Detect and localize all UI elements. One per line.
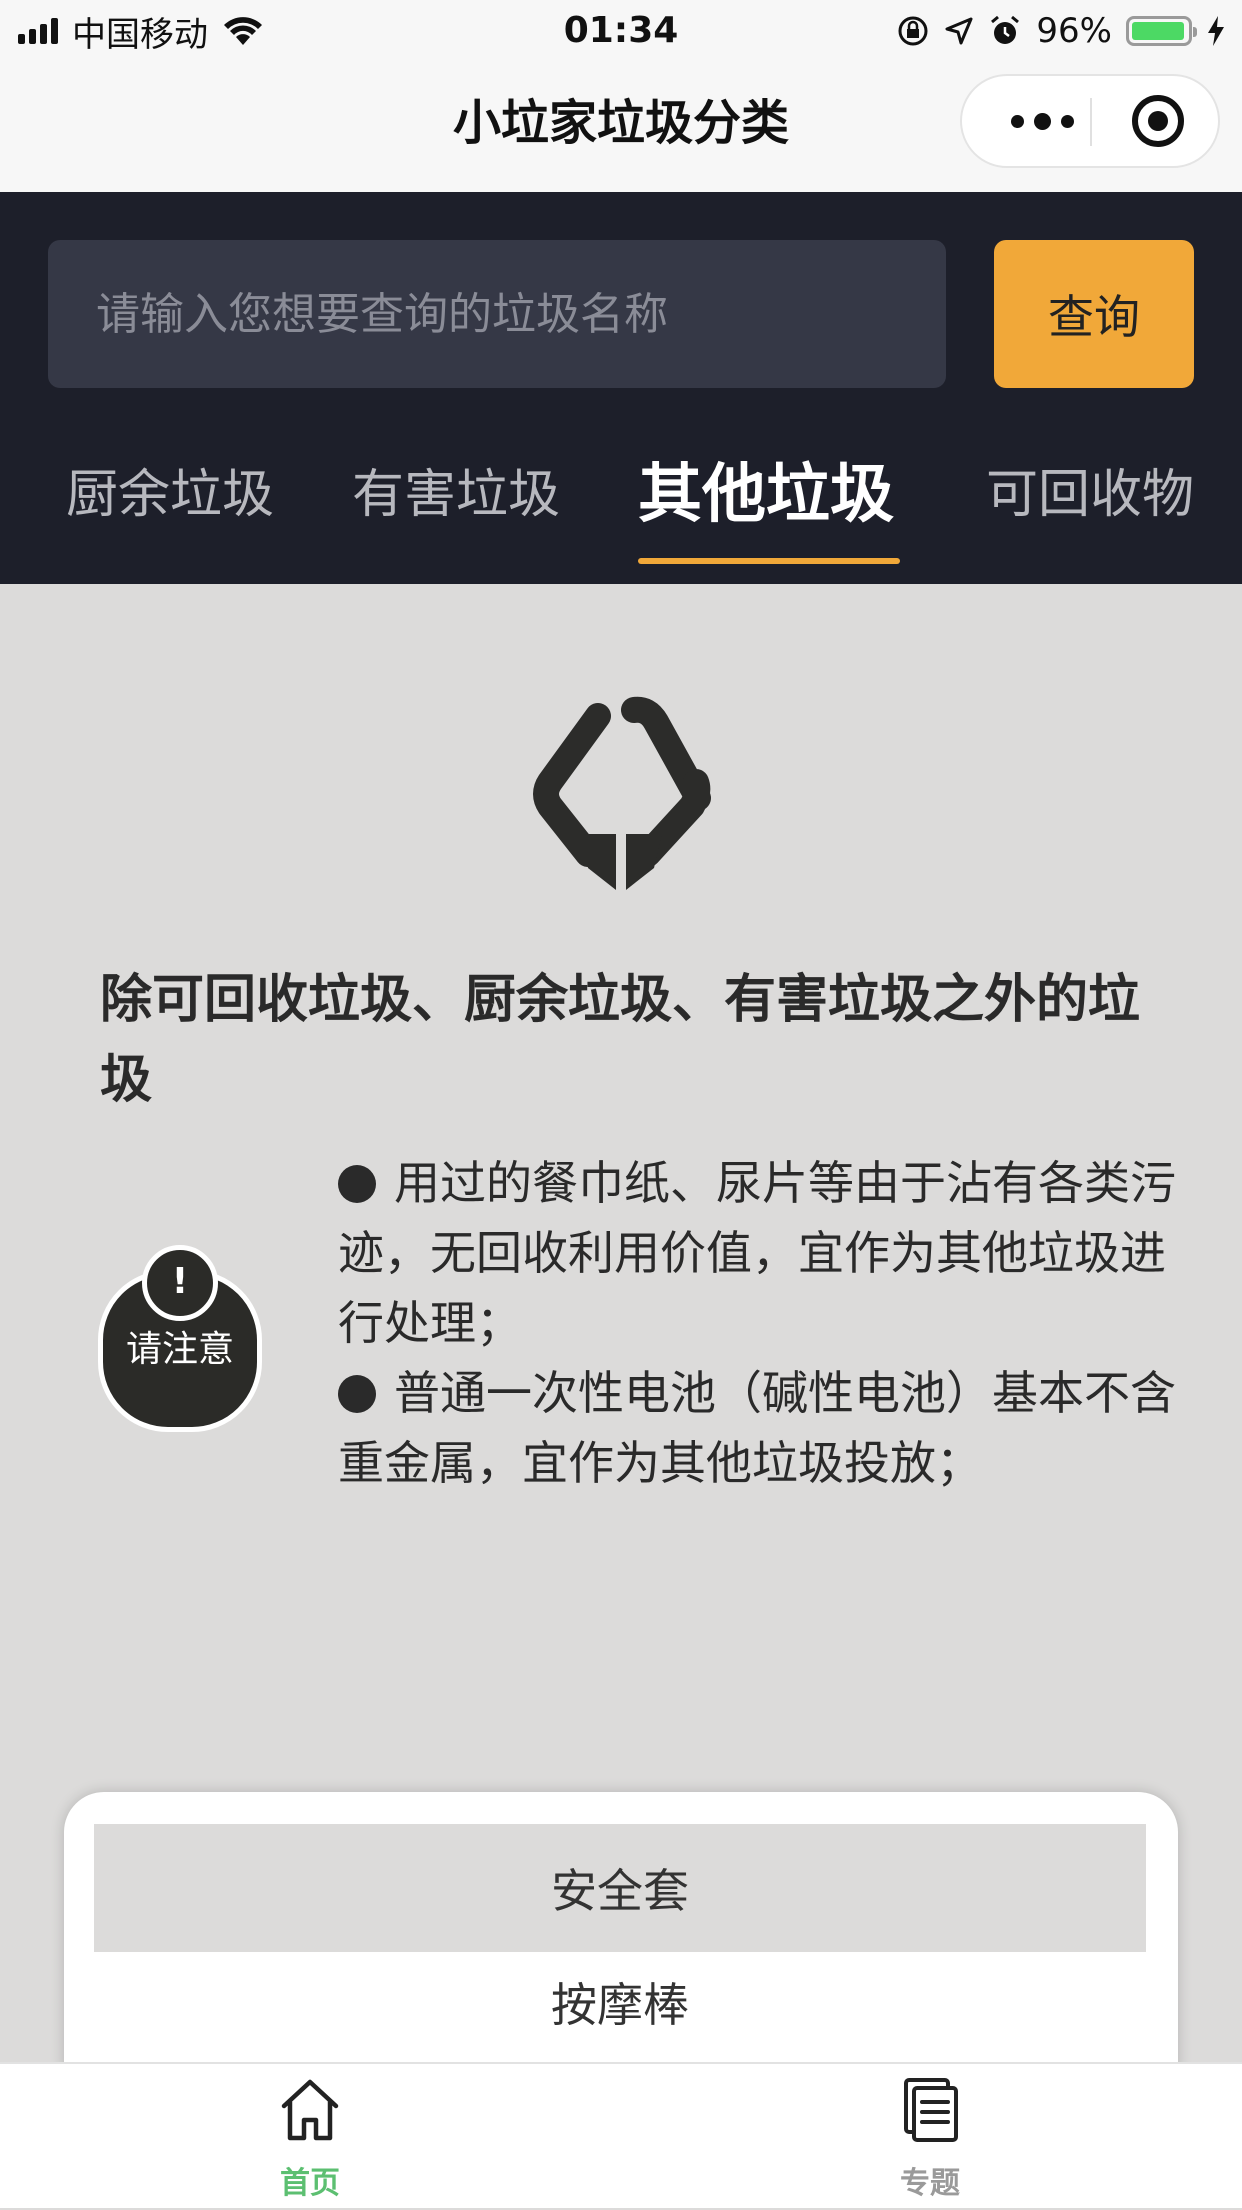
location-arrow-icon	[945, 17, 973, 45]
other-waste-symbol-icon	[533, 696, 711, 890]
alarm-icon	[991, 15, 1020, 44]
tip-item: 普通一次性电池（碱性电池）基本不含重金属，宜作为其他垃圾投放；	[338, 1358, 1178, 1498]
tab-bar-topics[interactable]: 专题	[830, 2064, 1030, 2210]
more-menu-icon[interactable]	[1002, 76, 1082, 166]
mini-program-capsule	[960, 74, 1220, 168]
tip-text: 普通一次性电池（碱性电池）基本不含重金属，宜作为其他垃圾投放；	[338, 1366, 1176, 1490]
tab-bar-home[interactable]: 首页	[210, 2064, 410, 2210]
active-tab-indicator	[638, 558, 900, 564]
search-button[interactable]: 查询	[994, 240, 1194, 388]
tab-kitchen-waste[interactable]: 厨余垃圾	[66, 424, 274, 554]
suggestion-item[interactable]: 按摩棒	[94, 1952, 1146, 2052]
capsule-divider	[1090, 98, 1092, 146]
tab-recyclables[interactable]: 可回收物	[986, 424, 1194, 554]
tab-hazardous-waste[interactable]: 有害垃圾	[352, 424, 560, 554]
suggestion-list: 安全套 按摩棒	[64, 1792, 1178, 2072]
exclamation-icon: !	[142, 1245, 218, 1321]
tip-item: 用过的餐巾纸、尿片等由于沾有各类污迹，无回收利用价值，宜作为其他垃圾进行处理；	[338, 1148, 1178, 1358]
bullet-icon	[338, 1375, 376, 1413]
search-header: 查询 厨余垃圾 有害垃圾 其他垃圾 可回收物	[0, 192, 1242, 584]
category-description: 除可回收垃圾、厨余垃圾、有害垃圾之外的垃圾	[100, 970, 1141, 1110]
close-program-icon[interactable]	[1132, 95, 1184, 147]
nav-bar: 小垃家垃圾分类	[0, 62, 1242, 192]
bottom-tab-bar: 首页 专题	[0, 2062, 1242, 2208]
battery-icon	[1126, 16, 1197, 46]
tab-bar-topics-label: 专题	[900, 2166, 960, 2201]
document-list-icon	[904, 2078, 958, 2142]
battery-percent: 96%	[1036, 11, 1112, 51]
status-bar: 中国移动 01:34 96%	[0, 0, 1242, 62]
rotation-lock-icon	[898, 16, 928, 46]
search-input[interactable]	[48, 240, 946, 388]
tips-list: 用过的餐巾纸、尿片等由于沾有各类污迹，无回收利用价值，宜作为其他垃圾进行处理； …	[338, 1148, 1178, 1498]
home-icon	[281, 2079, 339, 2141]
notice-label: 请注意	[125, 1329, 234, 1370]
suggestion-item[interactable]: 安全套	[94, 1824, 1146, 1952]
tab-bar-home-label: 首页	[280, 2166, 340, 2201]
battery-fill	[1132, 22, 1184, 40]
status-right: 96%	[896, 8, 1226, 54]
tab-other-waste[interactable]: 其他垃圾	[638, 424, 894, 554]
charging-bolt-icon	[1208, 16, 1224, 46]
category-tabs: 厨余垃圾 有害垃圾 其他垃圾 可回收物	[0, 424, 1242, 584]
tip-text: 用过的餐巾纸、尿片等由于沾有各类污迹，无回收利用价值，宜作为其他垃圾进行处理；	[338, 1156, 1176, 1350]
bullet-icon	[338, 1165, 376, 1203]
